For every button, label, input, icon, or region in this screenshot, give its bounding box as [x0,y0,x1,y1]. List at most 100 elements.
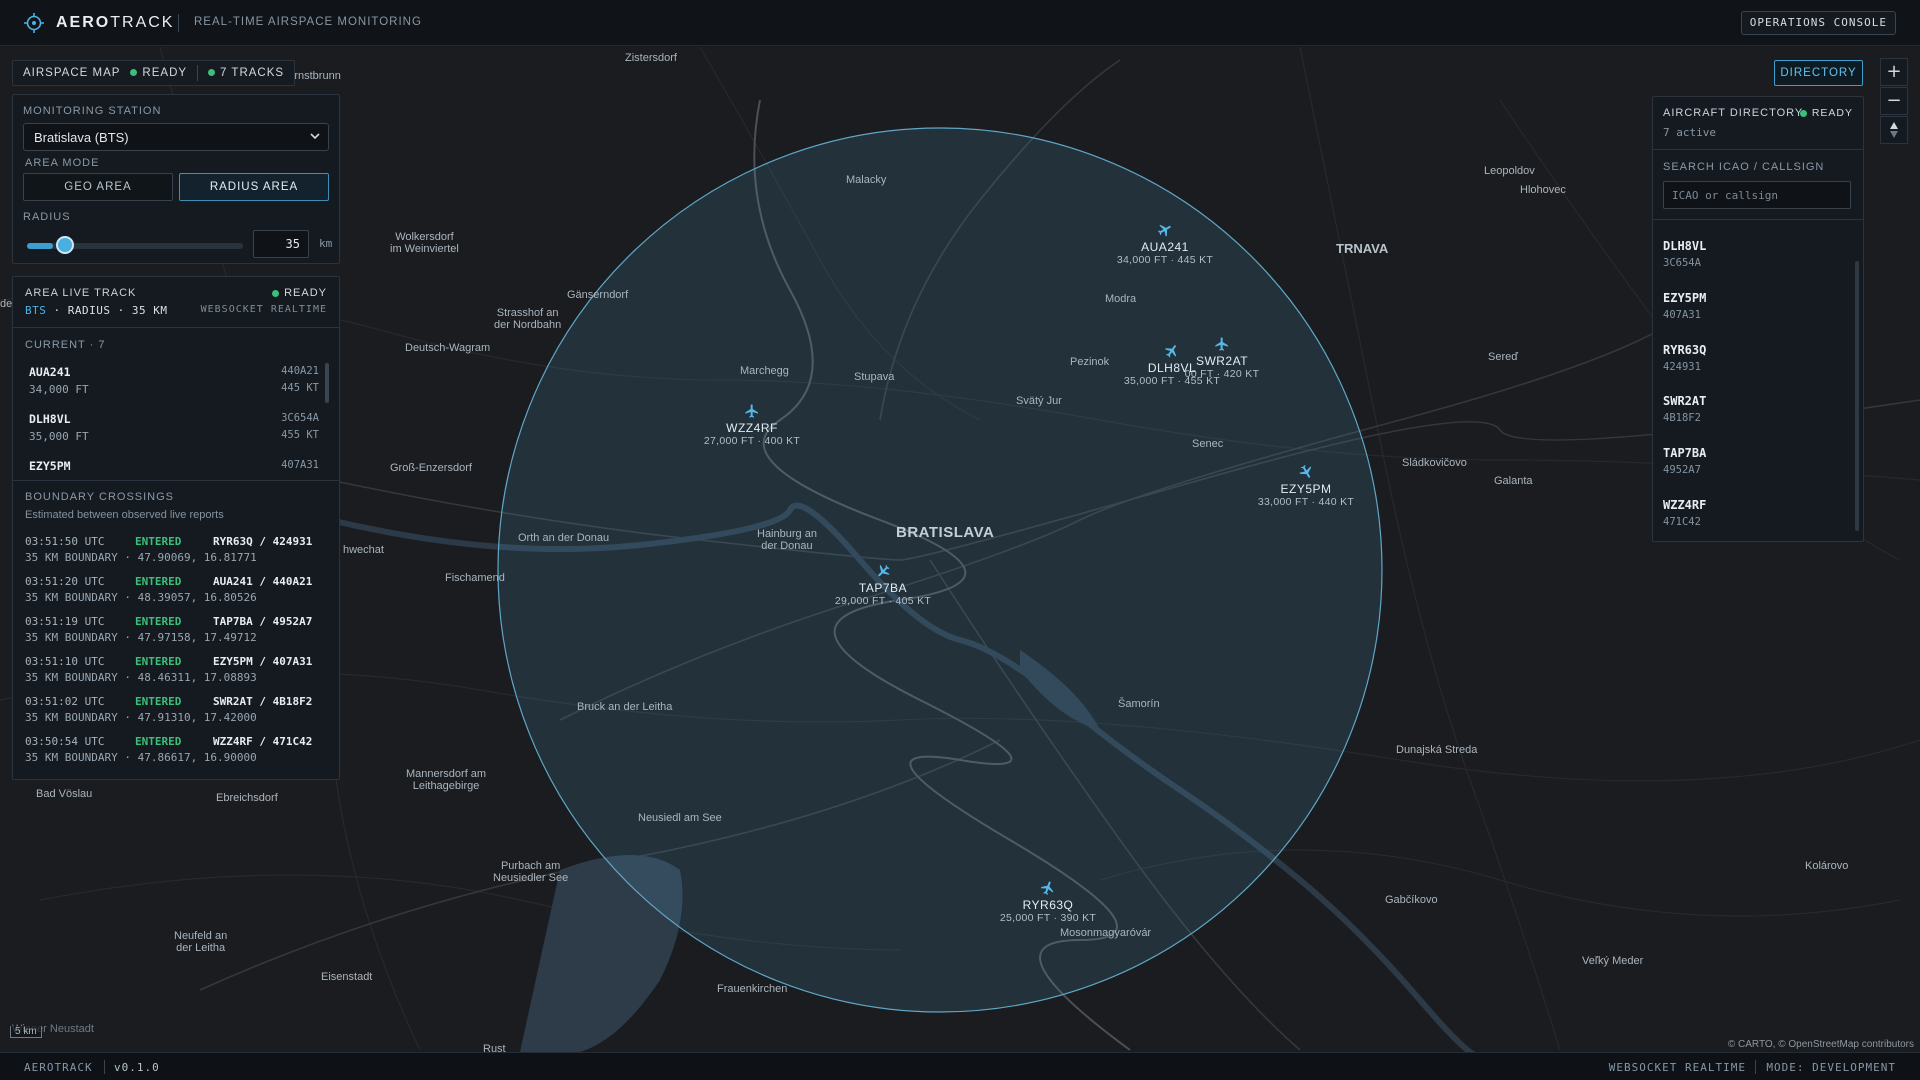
town-label-sladkovicovo: Sládkovičovo [1402,457,1467,469]
town-label-ernstbrunn: Ernstbrunn [287,70,341,82]
town-label-strasshof: Strasshof an der Nordbahn [494,307,562,331]
radius-input[interactable]: 35 [253,230,309,258]
radius-unit: km [319,237,333,250]
current-track-row[interactable]: DLH8VL 35,000 FT 3C654A 455 KT [25,406,323,452]
crossing-row[interactable]: 03:51:50 UTC ENTERED RYR63Q / 424931 35 … [25,535,325,573]
status-version: v0.1.0 [114,1061,160,1074]
city-label-bratislava: BRATISLAVA [896,524,995,541]
aircraft-marker-tap7ba[interactable]: TAP7BA 29,000 FT · 405 KT [813,563,953,607]
town-label-galanta: Galanta [1494,475,1533,487]
aircraft-marker-wzz4rf[interactable]: WZZ4RF 27,000 FT · 400 KT [682,403,822,447]
town-label-hainburg: Hainburg an der Donau [757,528,817,552]
zoom-in-button[interactable]: + [1880,58,1908,86]
directory-item[interactable]: EZY5PM 407A31 [1663,291,1843,341]
crossing-row[interactable]: 03:51:10 UTC ENTERED EZY5PM / 407A31 35 … [25,655,325,693]
chip-divider [197,65,199,81]
plane-icon [1299,464,1312,478]
town-label-deutsch-wagram: Deutsch-Wagram [405,342,491,354]
status-app-name: AEROTRACK [24,1061,93,1074]
live-track-title: AREA LIVE TRACK [25,287,137,299]
zoom-out-button[interactable]: − [1880,87,1908,115]
aircraft-marker-swr2at[interactable]: SWR2AT 00 FT · 420 KT [1152,336,1292,380]
app-brand: AEROTRACK [56,14,175,31]
airspace-map-chip: AIRSPACE MAP READY 7 TRACKS [12,60,296,86]
directory-scrollbar[interactable] [1855,261,1859,531]
plane-icon [1215,337,1228,351]
divider [13,327,339,328]
aircraft-directory-panel: AIRCRAFT DIRECTORY READY 7 active SEARCH… [1652,96,1864,542]
town-label-schwechat: hwechat [343,544,384,556]
directory-title: AIRCRAFT DIRECTORY [1663,107,1804,119]
station-select[interactable]: Bratislava (BTS) [23,123,329,151]
map-scale: 5 km [10,1026,42,1038]
directory-item[interactable]: RYR63Q 424931 [1663,343,1843,393]
town-label-ebreichsdorf: Ebreichsdorf [216,792,278,804]
status-dot-icon [1799,109,1807,117]
crosshair-logo-icon [24,13,44,33]
town-label-bad-voslau: Bad Vöslau [36,788,93,800]
area-live-track-panel: AREA LIVE TRACK READY BTS · RADIUS · 35 … [12,276,340,780]
town-label-orth: Orth an der Donau [518,532,610,544]
town-label-senec: Senec [1192,438,1224,450]
current-title: CURRENT · 7 [25,339,106,351]
radius-label: RADIUS [23,211,71,223]
town-label-wolkersdorf: Wolkersdorf im Weinviertel [390,231,459,255]
live-status: READY [272,287,327,299]
plane-icon [1040,881,1054,895]
divider [1653,219,1863,220]
town-label-mannersdorf: Mannersdorf am Leithagebirge [406,768,487,792]
operations-console-button[interactable]: OPERATIONS CONSOLE [1740,11,1896,35]
status-mode: MODE: DEVELOPMENT [1766,1061,1896,1074]
town-label-leopoldov: Leopoldov [1484,165,1535,177]
directory-status: READY [1799,107,1853,119]
radius-area-button[interactable]: RADIUS AREA [179,173,329,201]
town-label-dunajska-streda: Dunajská Streda [1396,744,1478,756]
directory-item[interactable]: DLH8VL 3C654A [1663,239,1843,289]
status-divider [1755,1060,1756,1074]
live-area-summary: BTS · RADIUS · 35 KM [25,304,168,317]
town-label-stupava: Stupava [854,371,895,383]
town-label-mosonmagyarovar: Mosonmagyaróvár [1060,927,1152,939]
crossing-row[interactable]: 03:50:54 UTC ENTERED WZZ4RF / 471C42 35 … [25,735,325,773]
crossing-row[interactable]: 03:51:20 UTC ENTERED AUA241 / 440A21 35 … [25,575,325,613]
reset-bearing-button[interactable] [1880,116,1908,144]
town-label-neusiedl: Neusiedl am See [638,812,722,824]
current-track-row[interactable]: EZY5PM 407A31 [25,453,323,475]
map-attribution[interactable]: © CARTO, © OpenStreetMap contributors [1728,1039,1914,1050]
plane-icon [878,564,890,577]
directory-active-count: 7 active [1663,126,1716,139]
aircraft-marker-ezy5pm[interactable]: EZY5PM 33,000 FT · 440 KT [1236,464,1376,508]
crossing-row[interactable]: 03:51:19 UTC ENTERED TAP7BA / 4952A7 35 … [25,615,325,653]
divider [1653,149,1863,150]
aircraft-marker-aua241[interactable]: AUA241 34,000 FT · 445 KT [1095,222,1235,266]
radius-slider-fill [27,243,53,249]
boundary-crossings-subtitle: Estimated between observed live reports [25,509,224,521]
town-label-samorin: Šamorín [1118,698,1160,710]
radius-slider-thumb[interactable] [55,236,74,254]
minus-icon: − [1886,90,1902,111]
aircraft-marker-ryr63q[interactable]: RYR63Q 25,000 FT · 390 KT [978,880,1118,924]
geo-area-button[interactable]: GEO AREA [23,173,173,201]
directory-button[interactable]: DIRECTORY [1774,60,1863,86]
town-label-svaty-jur: Svätý Jur [1016,395,1062,407]
current-track-row[interactable]: AUA241 34,000 FT 440A21 445 KT [25,359,323,405]
directory-item[interactable]: SWR2AT 4B18F2 [1663,394,1843,444]
app-tagline: REAL-TIME AIRSPACE MONITORING [194,16,422,28]
town-label-gross-enzersdorf: Groß-Enzersdorf [390,462,472,474]
status-transport: WEBSOCKET REALTIME [1608,1061,1746,1074]
town-label-bruck: Bruck an der Leitha [577,701,673,713]
crossing-row[interactable]: 03:51:02 UTC ENTERED SWR2AT / 4B18F2 35 … [25,695,325,733]
current-list-scrollbar[interactable] [325,363,329,403]
plus-icon: + [1886,61,1902,82]
directory-item[interactable]: TAP7BA 4952A7 [1663,446,1843,496]
map-chip-title: AIRSPACE MAP [23,67,121,79]
status-divider [104,1060,105,1074]
town-label-sered: Sereď [1488,351,1518,363]
town-label-marchegg: Marchegg [740,365,789,377]
station-panel: MONITORING STATION Bratislava (BTS) AREA… [12,94,340,264]
search-label: SEARCH ICAO / CALLSIGN [1663,161,1825,173]
town-label-velky-meder: Veľký Meder [1582,955,1644,967]
town-label-gabcikovo: Gabčíkovo [1385,894,1438,906]
directory-item[interactable]: WZZ4RF 471C42 [1663,498,1843,548]
directory-search-input[interactable] [1663,181,1851,209]
